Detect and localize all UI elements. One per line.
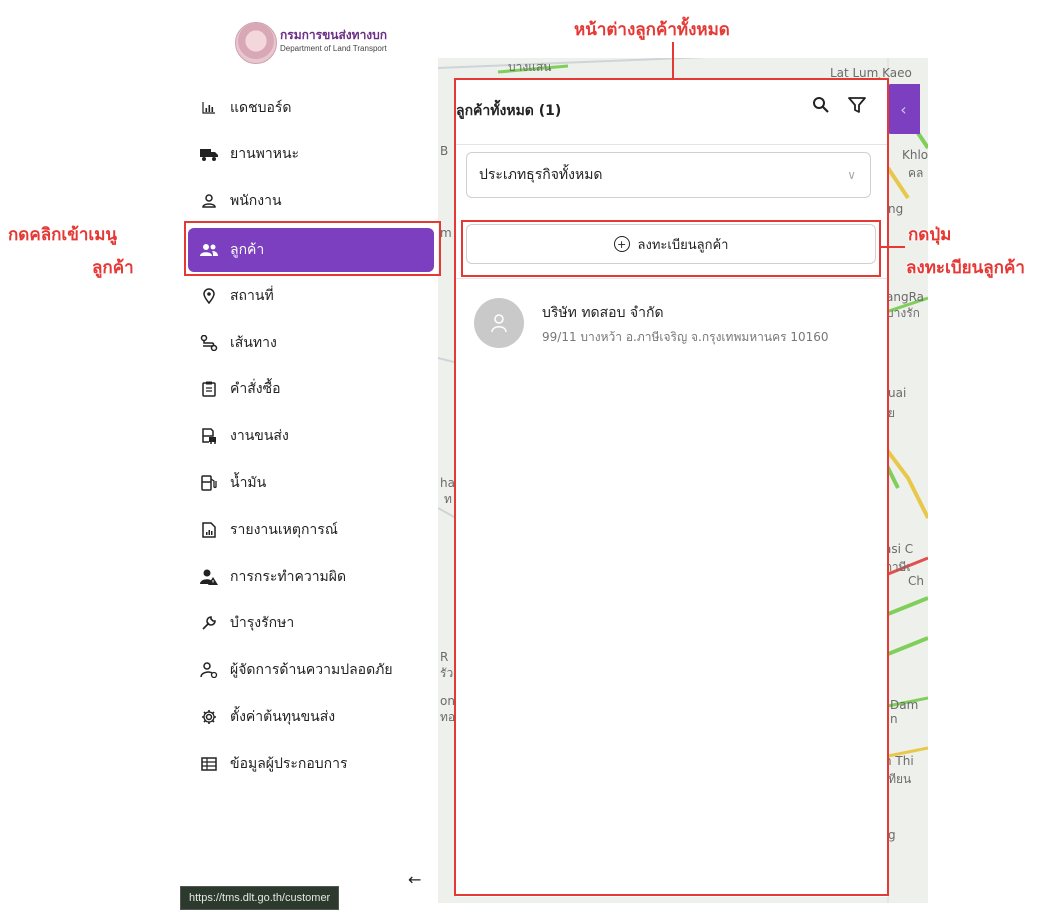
annotation-panel-label: หน้าต่างลูกค้าทั้งหมด (574, 20, 730, 40)
map-label: B (440, 144, 449, 158)
map-label: คล (908, 166, 924, 180)
sidebar-collapse-button[interactable]: ← (408, 870, 421, 889)
sidebar-item-locations[interactable]: สถานที่ (188, 274, 434, 318)
map-collapse-button[interactable]: ‹ (887, 84, 920, 134)
sidebar-item-safety-manager[interactable]: ผู้จัดการด้านความปลอดภัย (188, 648, 434, 692)
person-icon (200, 192, 218, 210)
sidebar-item-incident-reports[interactable]: รายงานเหตุการณ์ (188, 508, 434, 552)
sidebar-item-routes[interactable]: เส้นทาง (188, 321, 434, 365)
sidebar-item-label: แดชบอร์ด (230, 100, 292, 116)
sidebar-item-label: น้ำมัน (230, 475, 267, 491)
map-label: on (440, 694, 455, 708)
sidebar-item-vehicles[interactable]: ยานพาหนะ (188, 132, 434, 176)
sidebar-item-label: รายงานเหตุการณ์ (230, 522, 338, 538)
sidebar: กรมการขนส่งทางบก Department of Land Tran… (180, 14, 438, 910)
map-label: g (888, 828, 896, 842)
sidebar-item-label: เส้นทาง (230, 335, 277, 351)
annotation-panel-box (454, 78, 889, 896)
map-label: ท (444, 492, 452, 506)
sidebar-item-maintenance[interactable]: บำรุงรักษา (188, 601, 434, 645)
map-label: angRa (886, 290, 925, 304)
dlt-logo (235, 22, 277, 64)
sidebar-item-operator-info[interactable]: ข้อมูลผู้ประกอบการ (188, 742, 434, 786)
delivery-icon (200, 427, 218, 445)
location-pin-icon (200, 287, 218, 305)
annotation-menu-label-1: กดคลิกเข้าเมนู (8, 225, 118, 245)
map-label: บางแสน (508, 60, 552, 74)
annotation-button-box (461, 220, 881, 277)
annotation-menu-box (184, 221, 441, 276)
sidebar-item-dashboard[interactable]: แดชบอร์ด (188, 86, 434, 130)
sidebar-item-label: ผู้จัดการด้านความปลอดภัย (230, 662, 393, 678)
report-file-icon (200, 521, 218, 539)
map-label: m (440, 226, 452, 240)
map-label: Khlo (902, 148, 928, 162)
route-icon (200, 334, 218, 352)
building-icon (200, 755, 218, 773)
map-label: Ch (908, 574, 924, 588)
clipboard-icon (200, 380, 218, 398)
map-label: ย (888, 406, 896, 420)
brand-name-en: Department of Land Transport (280, 44, 387, 53)
sidebar-item-label: ตั้งค่าต้นทุนขนส่ง (230, 709, 336, 725)
wrench-icon (200, 614, 218, 632)
truck-icon (200, 145, 218, 163)
safety-manager-icon (200, 661, 218, 679)
sidebar-item-employees[interactable]: พนักงาน (188, 179, 434, 223)
sidebar-item-deliveries[interactable]: งานขนส่ง (188, 414, 434, 458)
sidebar-item-label: คำสั่งซื้อ (230, 381, 281, 397)
sidebar-item-fuel[interactable]: น้ำมัน (188, 461, 434, 505)
sidebar-item-label: บำรุงรักษา (230, 615, 295, 631)
sidebar-item-orders[interactable]: คำสั่งซื้อ (188, 367, 434, 411)
sidebar-item-violations[interactable]: การกระทำความผิด (188, 555, 434, 599)
annotation-menu-label-2: ลูกค้า (92, 258, 134, 278)
map-label: Dam (890, 698, 919, 712)
map-label: ng (888, 202, 904, 216)
sidebar-item-label: ข้อมูลผู้ประกอบการ (230, 756, 348, 772)
annotation-button-label-1: กดปุ่ม (908, 225, 952, 245)
sidebar-item-label: พนักงาน (230, 193, 282, 209)
sidebar-item-label: ยานพาหนะ (230, 146, 300, 162)
map-label: uai (888, 386, 907, 400)
sidebar-item-label: งานขนส่ง (230, 428, 289, 444)
map-label: ทอ (440, 710, 456, 724)
annotation-button-label-2: ลงทะเบียนลูกค้า (906, 258, 1025, 278)
fuel-pump-icon (200, 474, 218, 492)
map-label: ha (440, 476, 455, 490)
annotation-arrow (881, 246, 905, 248)
arrow-left-icon: ← (408, 870, 422, 889)
map-label: R (440, 650, 449, 664)
sidebar-item-cost-settings[interactable]: ตั้งค่าต้นทุนขนส่ง (188, 695, 434, 739)
status-url: https://tms.dlt.go.th/customer (180, 886, 340, 910)
sidebar-item-label: การกระทำความผิด (230, 569, 347, 585)
map-label: รัว (440, 666, 454, 680)
bar-chart-icon (200, 99, 218, 117)
brand-name-th: กรมการขนส่งทางบก (280, 28, 388, 42)
person-warning-icon (200, 568, 218, 586)
chevron-left-icon: ‹ (900, 99, 907, 119)
annotation-arrow (672, 42, 674, 78)
map-label: n (890, 712, 898, 726)
sidebar-item-label: สถานที่ (230, 288, 274, 304)
map-label: บางรัก (886, 306, 920, 320)
gear-icon (200, 708, 218, 726)
